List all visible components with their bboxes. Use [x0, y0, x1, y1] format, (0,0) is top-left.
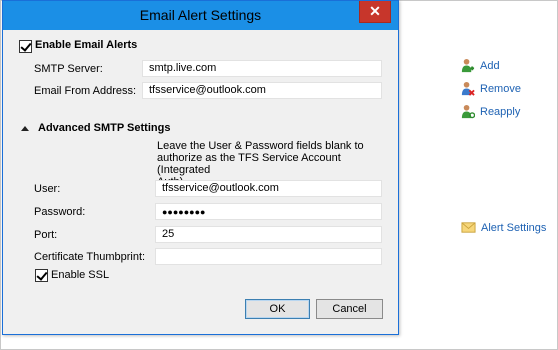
enable-email-alerts-label[interactable]: Enable Email Alerts — [35, 39, 137, 51]
auth-note-line-2: authorize as the TFS Service Account (In… — [157, 152, 341, 176]
user-add-icon — [461, 58, 475, 73]
add-label: Add — [480, 59, 500, 72]
cancel-button[interactable]: Cancel — [316, 299, 383, 319]
certificate-thumbprint-input[interactable] — [155, 248, 382, 265]
user-label: User: — [34, 183, 61, 195]
collapse-icon[interactable] — [21, 126, 29, 131]
dialog-title: Email Alert Settings — [139, 7, 262, 23]
envelope-icon — [461, 222, 476, 233]
titlebar[interactable]: Email Alert Settings ✕ — [3, 1, 398, 30]
enable-ssl-checkbox[interactable] — [35, 269, 48, 282]
reapply-action[interactable]: Reapply — [460, 104, 520, 119]
port-input[interactable]: 25 — [155, 226, 382, 243]
password-input[interactable]: ●●●●●●●● — [155, 203, 382, 220]
port-label: Port: — [34, 229, 58, 241]
auth-note: Leave the User & Password fields blank t… — [157, 140, 387, 183]
remove-label: Remove — [480, 82, 521, 95]
user-input[interactable]: tfsservice@outlook.com — [155, 180, 382, 197]
close-icon: ✕ — [369, 3, 381, 19]
add-action[interactable]: Add — [460, 58, 500, 73]
alert-settings-action[interactable]: Alert Settings — [461, 220, 546, 235]
email-alert-settings-dialog: Email Alert Settings ✕ Enable Email Aler… — [2, 0, 399, 335]
email-from-input[interactable]: tfsservice@outlook.com — [142, 82, 382, 99]
remove-action[interactable]: Remove — [460, 81, 521, 96]
auth-note-line-1: Leave the User & Password fields blank t… — [157, 140, 364, 152]
dialog-body: Enable Email Alerts SMTP Server: smtp.li… — [11, 30, 390, 329]
user-reapply-icon — [461, 104, 475, 119]
alert-settings-label: Alert Settings — [481, 221, 547, 234]
advanced-smtp-header[interactable]: Advanced SMTP Settings — [38, 122, 170, 134]
enable-ssl-label[interactable]: Enable SSL — [51, 269, 109, 281]
password-label: Password: — [34, 206, 86, 218]
ok-button[interactable]: OK — [245, 299, 310, 319]
certificate-thumbprint-label: Certificate Thumbprint: — [34, 251, 146, 263]
enable-email-alerts-checkbox[interactable] — [19, 40, 32, 53]
email-from-label: Email From Address: — [34, 85, 137, 97]
close-button[interactable]: ✕ — [359, 1, 391, 23]
reapply-label: Reapply — [480, 105, 521, 118]
user-remove-icon — [461, 81, 475, 96]
smtp-server-input[interactable]: smtp.live.com — [142, 60, 382, 77]
smtp-server-label: SMTP Server: — [34, 63, 103, 75]
